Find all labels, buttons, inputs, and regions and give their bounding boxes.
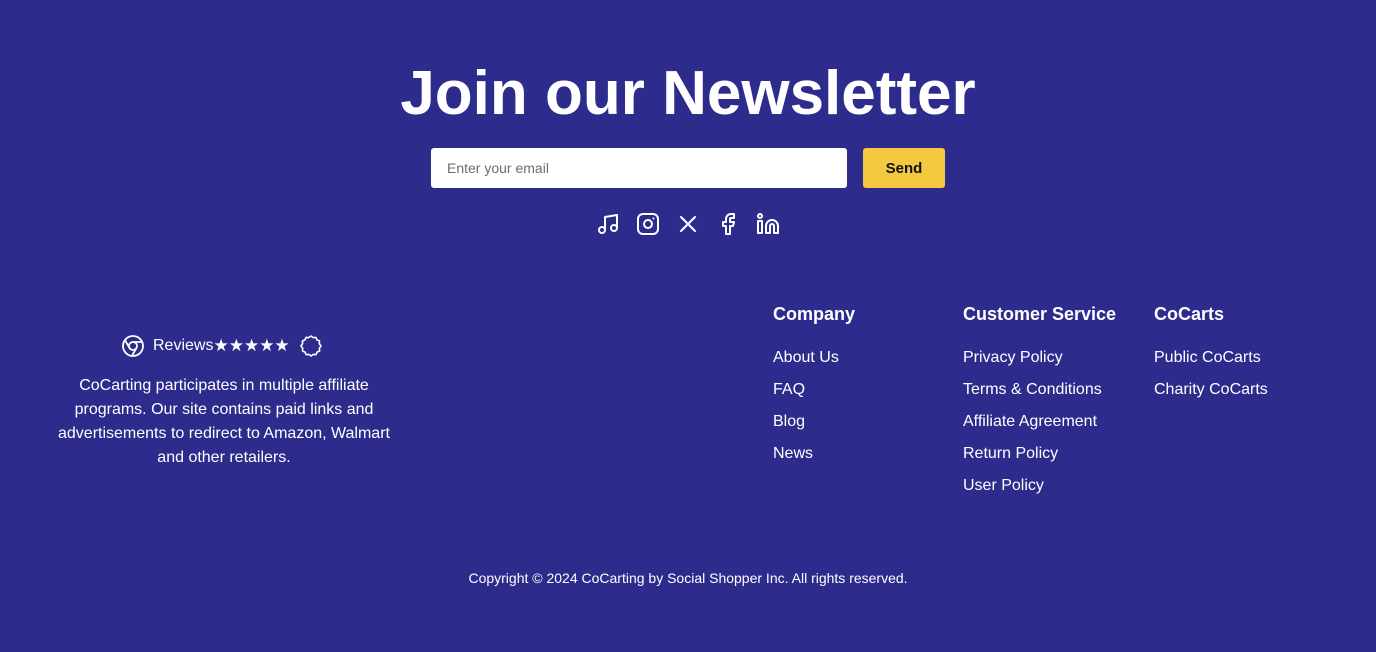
column-heading: Customer Service (963, 304, 1117, 324)
linkedin-icon[interactable] (756, 212, 780, 236)
footer-link-privacy-policy[interactable]: Privacy Policy (963, 349, 1063, 366)
affiliate-disclosure: CoCarting participates in multiple affil… (58, 377, 390, 466)
column-heading: Company (773, 304, 856, 324)
footer-column-cocarts: CoCarts Public CoCarts Charity CoCarts (1154, 303, 1268, 411)
chrome-icon (121, 334, 145, 358)
footer-link-return-policy[interactable]: Return Policy (963, 445, 1058, 462)
x-icon[interactable] (676, 212, 700, 236)
email-input[interactable] (431, 148, 847, 188)
footer-link-blog[interactable]: Blog (773, 413, 805, 430)
instagram-icon[interactable] (636, 212, 660, 236)
footer-column-customer-service: Customer Service Privacy Policy Terms & … (963, 303, 1116, 507)
column-heading: CoCarts (1154, 304, 1225, 324)
copyright-text: Copyright © 2024 CoCarting by Social Sho… (468, 570, 908, 586)
reviews-line: Reviews ★★★★★ (121, 334, 323, 358)
footer-link-terms-conditions[interactable]: Terms & Conditions (963, 381, 1102, 398)
send-button[interactable]: Send (863, 148, 945, 188)
footer-link-news[interactable]: News (773, 445, 813, 462)
footer-link-public-cocarts[interactable]: Public CoCarts (1154, 349, 1261, 366)
newsletter-title: Join our Newsletter (400, 59, 976, 128)
facebook-icon[interactable] (716, 212, 740, 236)
rating-stars: ★★★★★ (213, 336, 290, 355)
badge-icon (299, 334, 323, 358)
footer-link-charity-cocarts[interactable]: Charity CoCarts (1154, 381, 1268, 398)
footer-link-user-policy[interactable]: User Policy (963, 477, 1044, 494)
reviews-label: Reviews (153, 337, 214, 354)
music-note-icon[interactable] (596, 212, 620, 236)
footer-link-faq[interactable]: FAQ (773, 381, 805, 398)
footer-link-about-us[interactable]: About Us (773, 349, 839, 366)
footer-link-affiliate-agreement[interactable]: Affiliate Agreement (963, 413, 1097, 430)
footer-column-company: Company About Us FAQ Blog News (773, 303, 855, 475)
